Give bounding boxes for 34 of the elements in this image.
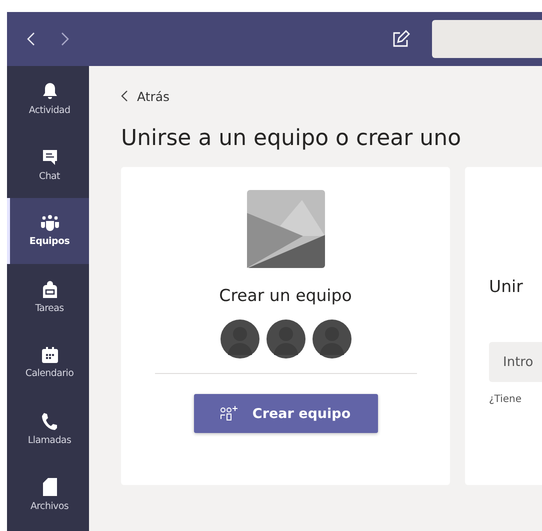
sidebar-item[interactable]: Calendario <box>7 330 89 396</box>
sidebar-label: Chat <box>38 170 60 182</box>
sidebar-label: Actividad <box>28 104 70 116</box>
chat-icon <box>42 148 58 166</box>
image-placeholder-icon <box>246 190 324 268</box>
sidebar-item[interactable]: Archivos <box>7 462 89 528</box>
sidebar-label: Tareas <box>35 303 64 314</box>
sidebar-label: Llamadas <box>28 434 72 446</box>
file-icon <box>42 478 56 496</box>
back-chevron-icon <box>121 90 128 102</box>
code-input-field[interactable]: Intro <box>489 342 542 382</box>
add-people-icon <box>220 406 238 421</box>
page-title: Unirse a un equipo o crear uno <box>121 126 462 151</box>
compose-icon[interactable] <box>392 30 410 48</box>
sidebar-item[interactable]: Llamadas <box>7 396 89 462</box>
search-field[interactable] <box>432 20 542 58</box>
bell-icon <box>42 82 56 100</box>
card-title: Crear un equipo <box>219 286 352 305</box>
card-title: Unir <box>489 277 524 296</box>
sidebar-item[interactable]: Equipos <box>7 198 89 264</box>
sidebar-item[interactable]: Chat <box>7 132 89 198</box>
phone-icon <box>42 412 57 430</box>
people-icon <box>40 215 60 231</box>
backpack-icon <box>42 280 56 298</box>
create-team-button[interactable]: Crear equipo <box>194 394 378 433</box>
back-link[interactable]: Atrás <box>121 86 542 106</box>
sidebar-label: Equipos <box>29 236 70 247</box>
sidebar-label: Archivos <box>30 501 69 512</box>
hint-text: ¿Tiene <box>489 394 523 405</box>
sidebar-item[interactable]: Actividad <box>7 66 89 132</box>
back-label: Atrás <box>137 88 170 104</box>
sidebar-label: Calendario <box>25 368 74 379</box>
calendar-icon <box>42 347 58 363</box>
sidebar-item[interactable]: Tareas <box>7 264 89 330</box>
